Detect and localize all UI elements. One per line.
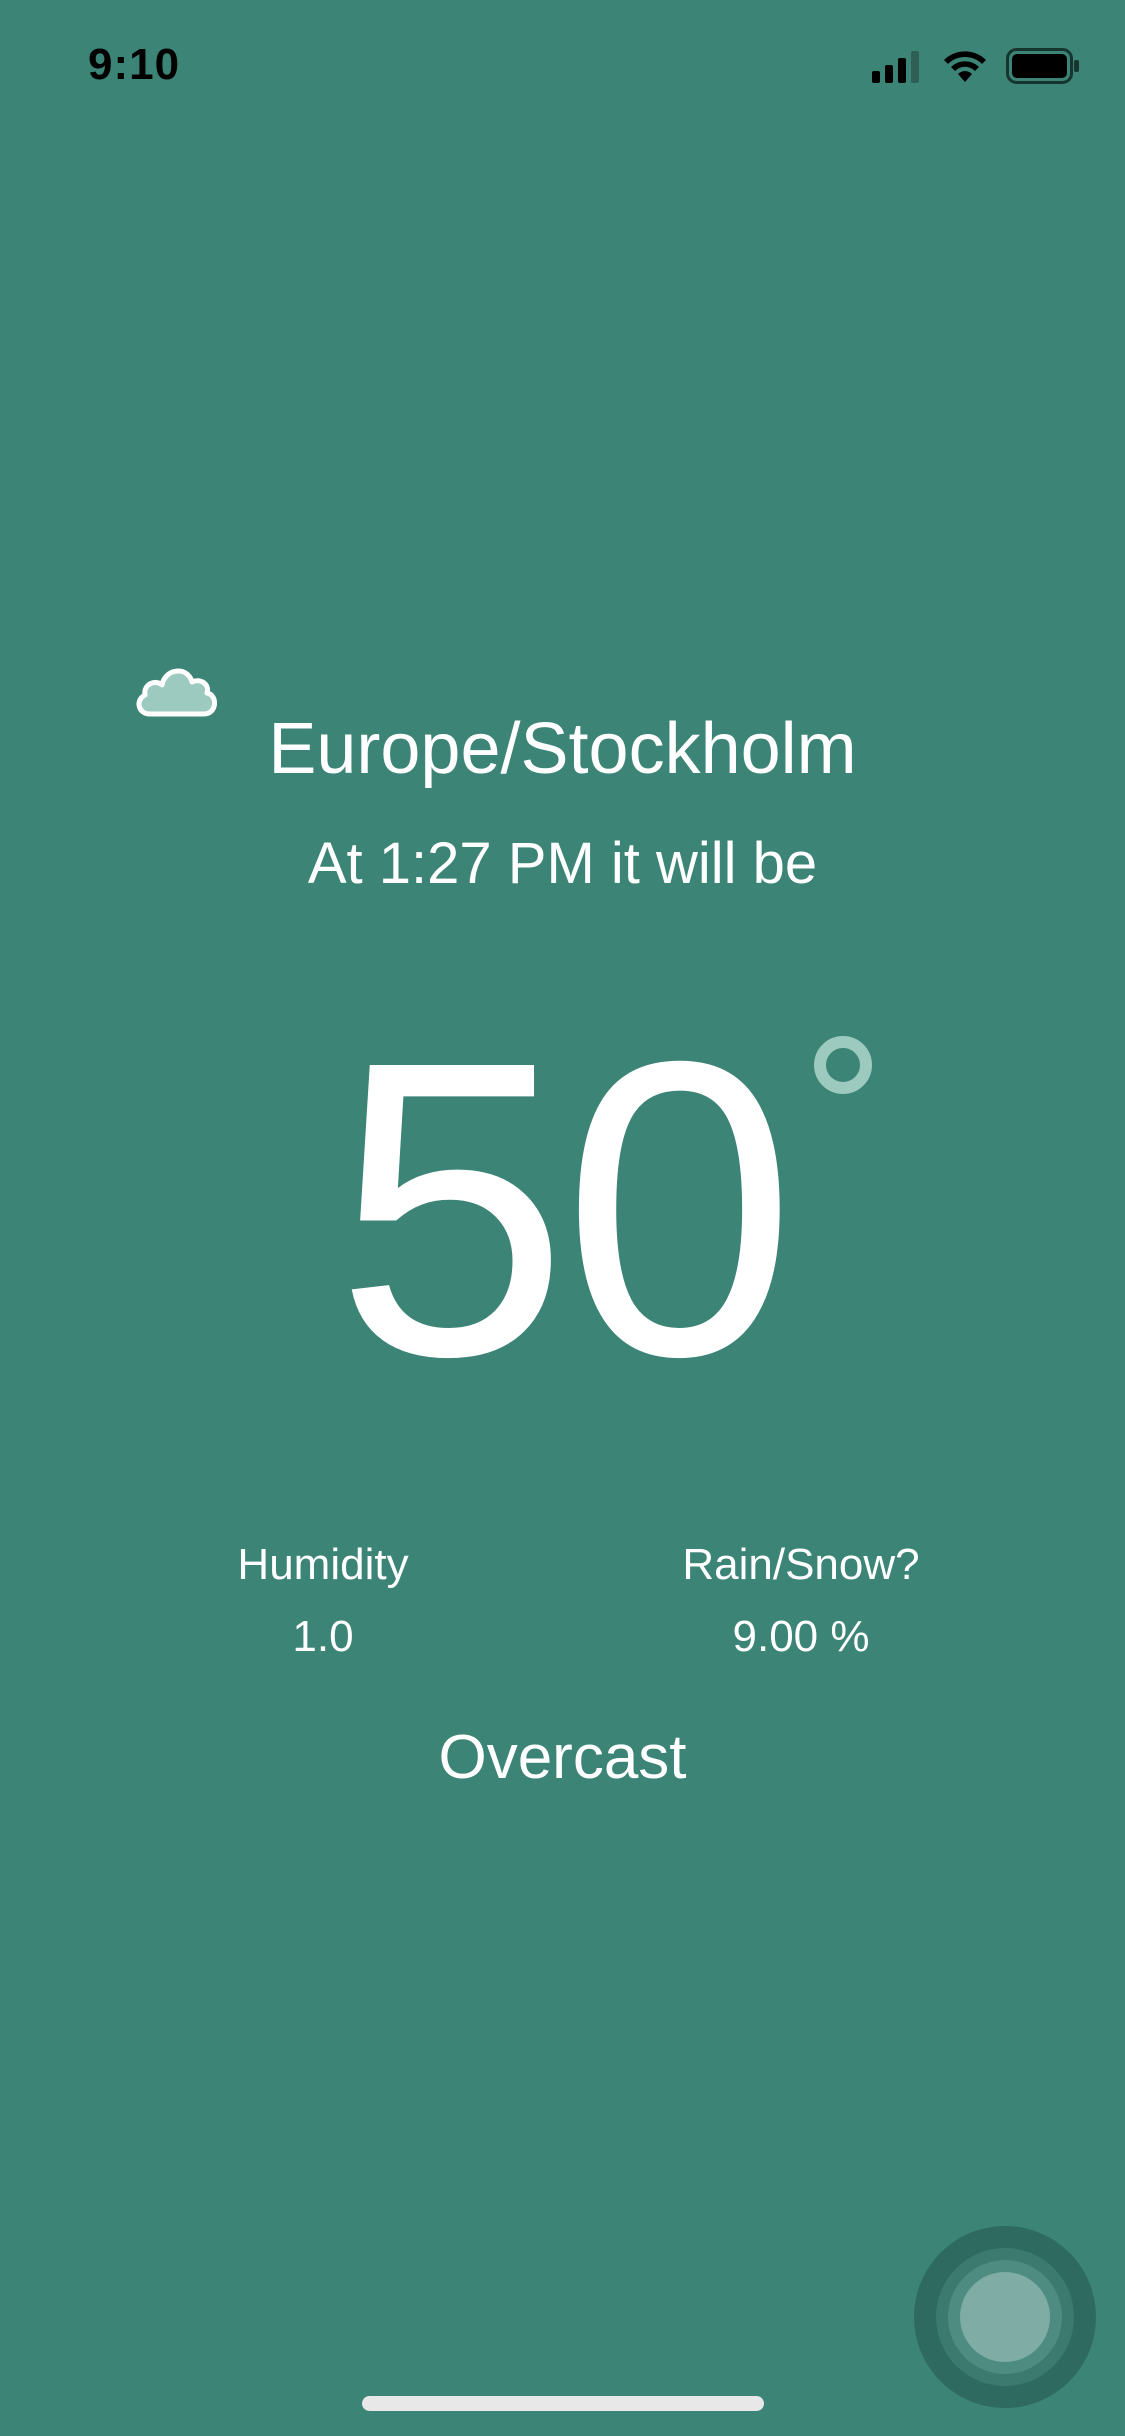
cellular-signal-icon — [872, 51, 919, 83]
weather-condition: Overcast — [438, 1723, 687, 1792]
degree-icon — [814, 1036, 872, 1094]
home-indicator[interactable] — [362, 2396, 764, 2411]
humidity-label: Humidity — [237, 1540, 409, 1589]
precipitation-label: Rain/Snow? — [682, 1540, 920, 1589]
forecast-time: At 1:27 PM it will be — [307, 831, 818, 896]
status-icons — [872, 48, 1080, 84]
precipitation-value: 9.00 % — [732, 1612, 870, 1661]
humidity-value: 1.0 — [292, 1612, 354, 1661]
location-title: Europe/Stockholm — [268, 709, 857, 789]
assistive-touch-button[interactable] — [914, 2226, 1096, 2408]
battery-icon — [1006, 48, 1079, 84]
temperature-value: 50 — [334, 975, 796, 1444]
wifi-icon — [944, 51, 986, 82]
status-time: 9:10 — [88, 40, 181, 89]
